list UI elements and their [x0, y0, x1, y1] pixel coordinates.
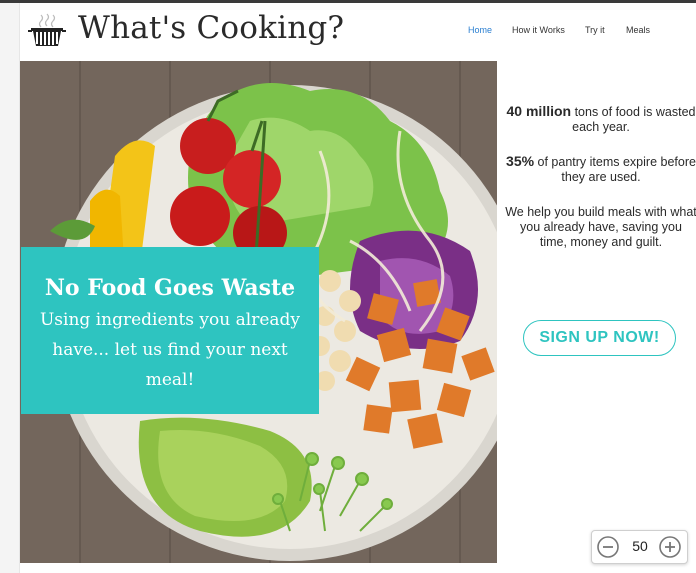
nav-how-it-works[interactable]: How it Works: [512, 25, 565, 35]
pitch-text: We help you build meals with what you al…: [505, 205, 696, 249]
page-bottom: [20, 563, 696, 573]
nav-meals[interactable]: Meals: [626, 25, 650, 35]
zoom-in-icon[interactable]: [658, 535, 682, 559]
left-gutter: [0, 3, 20, 573]
sign-up-button[interactable]: SIGN UP NOW!: [523, 320, 676, 356]
stat-pantry-expire: 35% of pantry items expire before they a…: [505, 154, 696, 185]
stat-pantry-expire-text: of pantry items expire before they are u…: [534, 155, 696, 184]
zoom-control: 50: [591, 530, 688, 564]
stat-food-wasted-text: tons of food is wasted each year.: [571, 105, 696, 134]
hero-subtitle: Using ingredients you already have... le…: [39, 310, 301, 390]
zoom-out-icon[interactable]: [596, 535, 620, 559]
stat-pantry-expire-number: 35%: [506, 153, 535, 169]
stat-food-wasted: 40 million tons of food is wasted each y…: [505, 104, 696, 135]
cooking-pot-logo-icon[interactable]: [28, 13, 66, 49]
hero-callout: No Food Goes Waste Using ingredients you…: [21, 247, 319, 414]
nav-try-it[interactable]: Try it: [585, 25, 605, 35]
stat-food-wasted-number: 40 million: [506, 103, 572, 119]
hero-title: No Food Goes Waste: [44, 275, 296, 301]
zoom-level: 50: [632, 538, 648, 554]
site-header: What's Cooking? Home How it Works Try it…: [20, 3, 696, 61]
site-brand-title[interactable]: What's Cooking?: [78, 10, 344, 46]
sidebar-stats: 40 million tons of food is wasted each y…: [505, 104, 696, 250]
nav-home[interactable]: Home: [468, 25, 492, 35]
